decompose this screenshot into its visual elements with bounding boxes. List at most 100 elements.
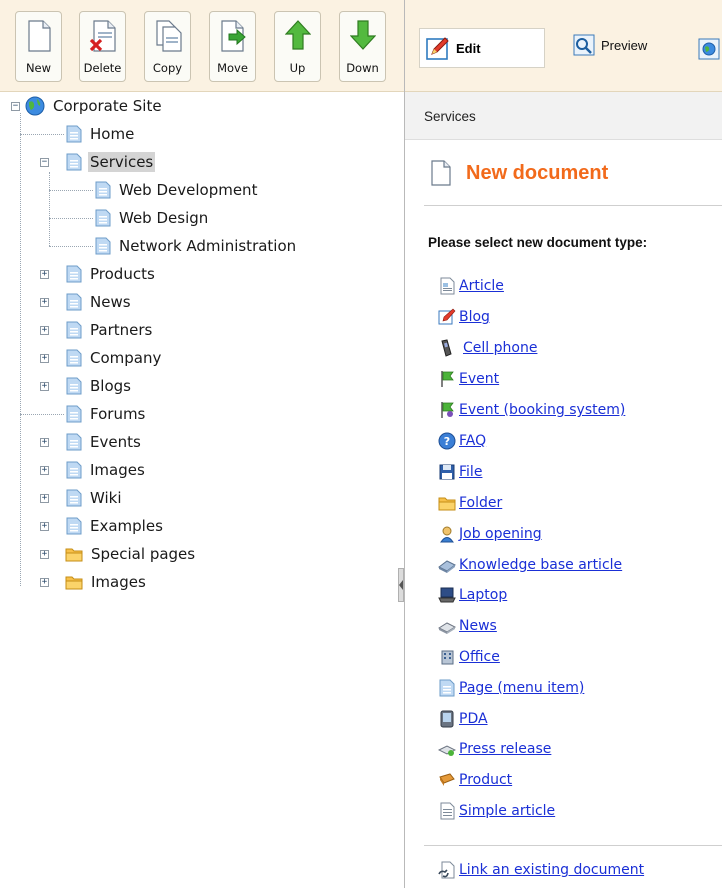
collapse-icon[interactable]: − xyxy=(40,158,49,167)
tree-node-services[interactable]: − Services xyxy=(40,148,156,176)
tree-node-images[interactable]: + Images xyxy=(40,456,147,484)
tree-line xyxy=(20,134,64,135)
doc-type-link[interactable]: Office xyxy=(459,649,500,665)
doc-type-article[interactable]: Article xyxy=(438,275,504,297)
doc-type-event-booking[interactable]: Event (booking system) xyxy=(438,399,625,421)
delete-document-icon xyxy=(89,20,116,52)
expand-icon[interactable]: + xyxy=(40,326,49,335)
divider xyxy=(424,205,722,206)
expand-icon[interactable]: + xyxy=(40,522,49,531)
doc-type-job-opening[interactable]: Job opening xyxy=(438,523,542,545)
doc-type-link[interactable]: Blog xyxy=(459,309,490,325)
new-button[interactable]: New xyxy=(15,11,62,82)
doc-type-link[interactable]: Press release xyxy=(459,741,551,757)
preview-mode-button[interactable]: Preview xyxy=(573,34,647,56)
doc-type-link[interactable]: Folder xyxy=(459,495,502,511)
doc-type-cell-phone[interactable]: Cell phone xyxy=(438,337,537,359)
doc-type-faq[interactable]: ? FAQ xyxy=(438,430,486,452)
doc-type-event[interactable]: Event xyxy=(438,368,499,390)
delete-button[interactable]: Delete xyxy=(79,11,126,82)
tree-item-label: Web Development xyxy=(119,181,258,199)
doc-type-link[interactable]: File xyxy=(459,464,482,480)
doc-type-page-menu-item[interactable]: Page (menu item) xyxy=(438,677,584,699)
tree-item-label: News xyxy=(90,293,131,311)
link-existing-document[interactable]: Link an existing document xyxy=(438,861,644,879)
page-header: New document xyxy=(431,160,608,186)
doc-type-link[interactable]: Article xyxy=(459,278,504,294)
move-button[interactable]: Move xyxy=(209,11,256,82)
tree-node-root[interactable]: − Corporate Site xyxy=(11,92,164,120)
doc-type-link[interactable]: Event xyxy=(459,371,499,387)
doc-type-link[interactable]: Laptop xyxy=(459,587,507,603)
tree-item-label: Events xyxy=(90,433,141,451)
doc-type-link[interactable]: Knowledge base article xyxy=(459,557,622,573)
tree-node-home[interactable]: Home xyxy=(66,120,136,148)
tree-node-partners[interactable]: + Partners xyxy=(40,316,154,344)
expand-icon[interactable]: + xyxy=(40,438,49,447)
up-button[interactable]: Up xyxy=(274,11,321,82)
doc-type-simple-article[interactable]: Simple article xyxy=(438,800,555,822)
doc-type-link[interactable]: Simple article xyxy=(459,803,555,819)
doc-type-news[interactable]: News xyxy=(438,615,497,637)
doc-type-product[interactable]: Product xyxy=(438,769,512,791)
new-label: New xyxy=(25,61,52,75)
doc-type-link[interactable]: Cell phone xyxy=(463,340,537,356)
expand-icon[interactable]: + xyxy=(40,298,49,307)
tree-line xyxy=(20,414,64,415)
doc-type-pda[interactable]: PDA xyxy=(438,708,488,730)
tree-node-web-design[interactable]: Web Design xyxy=(95,204,210,232)
tree-node-web-development[interactable]: Web Development xyxy=(95,176,259,204)
tree-node-forums[interactable]: Forums xyxy=(66,400,147,428)
doc-type-office[interactable]: Office xyxy=(438,646,500,668)
pane-splitter[interactable] xyxy=(398,568,404,602)
doc-type-blog[interactable]: Blog xyxy=(438,306,490,328)
doc-type-folder[interactable]: Folder xyxy=(438,492,502,514)
doc-type-link[interactable]: Job opening xyxy=(459,526,542,542)
tree-item-label: Images xyxy=(91,573,146,591)
doc-type-link[interactable]: News xyxy=(459,618,497,634)
tree-root-label: Corporate Site xyxy=(53,97,162,115)
tree-node-news[interactable]: + News xyxy=(40,288,133,316)
copy-document-icon xyxy=(155,20,182,52)
collapse-icon[interactable]: − xyxy=(11,102,20,111)
tree-node-blogs[interactable]: + Blogs xyxy=(40,372,133,400)
down-button[interactable]: Down xyxy=(339,11,386,82)
tree-node-network-administration[interactable]: Network Administration xyxy=(95,232,298,260)
collapse-arrow-icon[interactable] xyxy=(399,580,403,590)
doc-type-knowledge-base[interactable]: Knowledge base article xyxy=(438,554,622,576)
expand-icon[interactable]: + xyxy=(40,270,49,279)
move-label: Move xyxy=(217,61,248,75)
expand-icon[interactable]: + xyxy=(40,382,49,391)
tree-item-label: Web Design xyxy=(119,209,209,227)
tree-node-examples[interactable]: + Examples xyxy=(40,512,165,540)
doc-type-link[interactable]: Product xyxy=(459,772,512,788)
tree-node-images-folder[interactable]: + Images xyxy=(40,568,148,596)
expand-icon[interactable]: + xyxy=(40,550,49,559)
link-existing-label[interactable]: Link an existing document xyxy=(459,862,644,878)
doc-type-laptop[interactable]: Laptop xyxy=(438,584,507,606)
new-document-icon xyxy=(431,160,451,186)
doc-type-link[interactable]: FAQ xyxy=(459,433,486,449)
tree-node-company[interactable]: + Company xyxy=(40,344,163,372)
tree-node-events[interactable]: + Events xyxy=(40,428,143,456)
view-mode-toolbar: Edit Preview xyxy=(405,0,722,92)
expand-icon[interactable]: + xyxy=(40,494,49,503)
page-icon xyxy=(66,153,82,171)
select-type-prompt: Please select new document type: xyxy=(428,235,648,250)
tree-node-products[interactable]: + Products xyxy=(40,260,157,288)
doc-type-link[interactable]: Page (menu item) xyxy=(459,680,584,696)
preview-icon xyxy=(573,34,595,56)
tree-node-special-pages[interactable]: + Special pages xyxy=(40,540,197,568)
tree-node-wiki[interactable]: + Wiki xyxy=(40,484,124,512)
expand-icon[interactable]: + xyxy=(40,578,49,587)
down-label: Down xyxy=(346,61,379,75)
doc-type-press-release[interactable]: Press release xyxy=(438,738,551,760)
doc-type-link[interactable]: Event (booking system) xyxy=(459,402,625,418)
live-site-icon[interactable] xyxy=(698,38,720,60)
copy-button[interactable]: Copy xyxy=(144,11,191,82)
doc-type-file[interactable]: File xyxy=(438,461,482,483)
doc-type-link[interactable]: PDA xyxy=(459,711,488,727)
expand-icon[interactable]: + xyxy=(40,466,49,475)
edit-mode-button[interactable]: Edit xyxy=(419,28,545,68)
expand-icon[interactable]: + xyxy=(40,354,49,363)
